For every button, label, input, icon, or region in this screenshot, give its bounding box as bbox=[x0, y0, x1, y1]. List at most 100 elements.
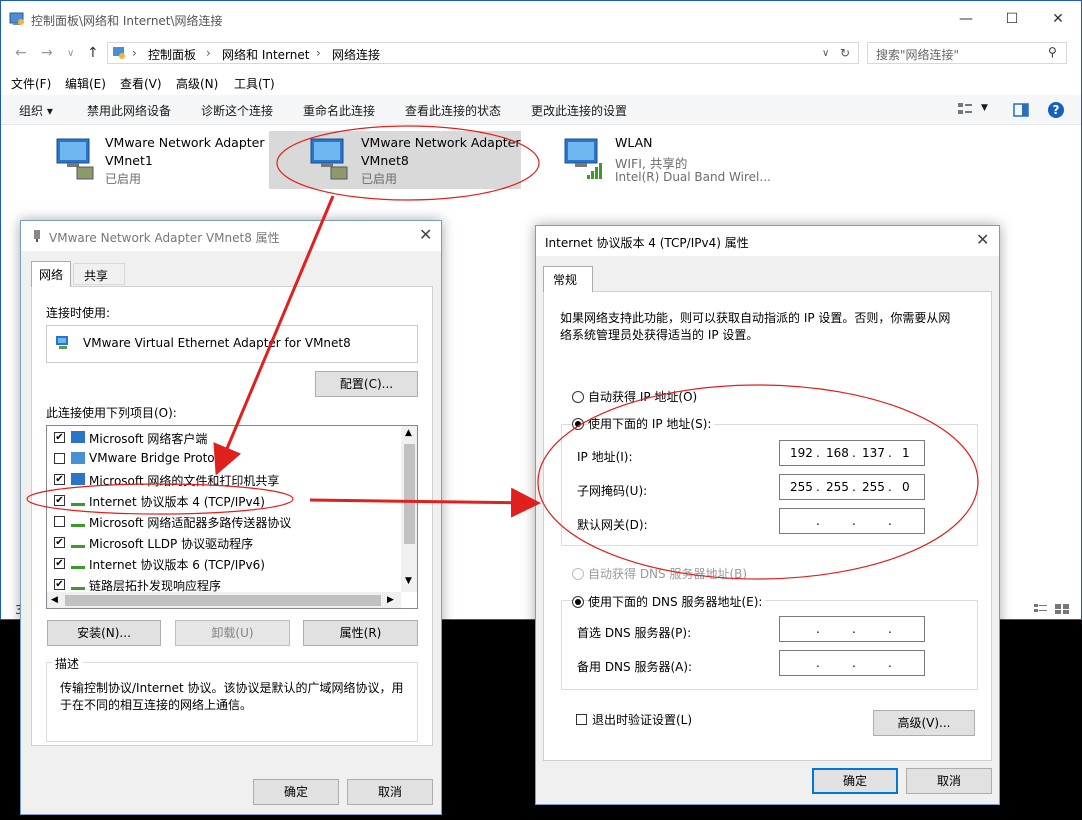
title-bar: 控制面板\网络和 Internet\网络连接 — ☐ ✕ bbox=[1, 1, 1081, 37]
dialog-close-button[interactable]: ✕ bbox=[419, 225, 432, 244]
preview-pane-icon[interactable] bbox=[1013, 103, 1029, 117]
description-label: 描述 bbox=[52, 655, 83, 672]
items-list[interactable]: ✔ Microsoft 网络客户端 VMware Bridge Protocol ✔ M… bbox=[46, 425, 418, 609]
manual-ip-label[interactable]: 使用下面的 IP 地址(S): bbox=[588, 415, 715, 432]
subnet-mask-field[interactable]: 255. 255. 255. 0 bbox=[779, 474, 925, 500]
close-button[interactable]: ✕ bbox=[1035, 1, 1081, 37]
manual-dns-label[interactable]: 使用下面的 DNS 服务器地址(E): bbox=[588, 593, 766, 610]
view-options-icon[interactable] bbox=[957, 102, 973, 116]
manual-ip-radio[interactable] bbox=[572, 418, 584, 430]
list-item[interactable]: ✔ Microsoft LLDP 协议驱动程序 bbox=[47, 533, 401, 553]
protocol-icon bbox=[71, 473, 85, 485]
gateway-field[interactable]: ... bbox=[779, 508, 925, 534]
item-label: Microsoft 网络客户端 bbox=[89, 432, 208, 446]
cancel-button[interactable]: 取消 bbox=[906, 768, 992, 794]
preferred-dns-field[interactable]: ... bbox=[779, 616, 925, 642]
auto-ip-radio[interactable] bbox=[572, 391, 584, 403]
scroll-left-icon[interactable]: ◀ bbox=[51, 595, 58, 605]
breadcrumb-item[interactable]: 网络和 Internet bbox=[222, 46, 309, 63]
install-button[interactable]: 安装(N)... bbox=[47, 620, 161, 646]
cancel-button[interactable]: 取消 bbox=[347, 779, 433, 805]
scroll-down-icon[interactable]: ▼ bbox=[405, 576, 412, 586]
tab-sharing[interactable]: 共享 bbox=[73, 263, 125, 285]
view-dropdown-icon[interactable]: ▼ bbox=[981, 103, 988, 113]
recent-dropdown-icon[interactable]: ∨ bbox=[67, 48, 74, 59]
menu-file[interactable]: 文件(F) bbox=[11, 75, 51, 92]
item-checkbox[interactable]: ✔ bbox=[54, 495, 65, 506]
organize-button[interactable]: 组织 ▾ bbox=[19, 102, 53, 119]
diagnose-button[interactable]: 诊断这个连接 bbox=[201, 102, 273, 119]
forward-icon[interactable]: → bbox=[41, 45, 53, 61]
ip-address-field[interactable]: 192. 168. 137. 1 bbox=[779, 440, 925, 466]
list-item[interactable]: ✔ Microsoft 网络客户端 bbox=[47, 428, 401, 448]
up-icon[interactable]: ↑ bbox=[87, 45, 99, 61]
address-box[interactable]: › 控制面板 › 网络和 Internet › 网络连接 ∨ ↻ bbox=[107, 42, 859, 64]
scroll-up-icon[interactable]: ▲ bbox=[405, 428, 412, 438]
tab-general[interactable]: 常规 bbox=[543, 266, 593, 292]
list-item[interactable]: Microsoft 网络适配器多路传送器协议 bbox=[47, 512, 401, 532]
menu-tools[interactable]: 工具(T) bbox=[234, 75, 275, 92]
adapter-vmnet1[interactable]: VMware Network Adapter VMnet1 已启用 bbox=[51, 133, 271, 189]
back-icon[interactable]: ← bbox=[15, 45, 27, 61]
adapter-wlan[interactable]: WLAN WIFI, 共享的 Intel(R) Dual Band Wirel.… bbox=[561, 133, 801, 189]
gateway-label: 默认网关(D): bbox=[577, 518, 648, 532]
ok-button[interactable]: 确定 bbox=[253, 779, 339, 805]
item-checkbox[interactable]: ✔ bbox=[54, 579, 65, 590]
auto-dns-label[interactable]: 自动获得 DNS 服务器地址(B) bbox=[588, 565, 747, 582]
breadcrumb-item[interactable]: 控制面板 bbox=[148, 46, 196, 63]
list-item[interactable]: ✔ Internet 协议版本 6 (TCP/IPv6) bbox=[47, 554, 401, 574]
horizontal-scrollbar[interactable]: ◀ ▶ bbox=[47, 592, 401, 608]
list-item[interactable]: VMware Bridge Protocol bbox=[47, 449, 401, 469]
general-tab-panel: 如果网络支持此功能，则可以获取自动指派的 IP 设置。否则，你需要从网 络系统管… bbox=[543, 291, 992, 761]
menu-advanced[interactable]: 高级(N) bbox=[176, 75, 218, 92]
auto-dns-radio[interactable] bbox=[572, 568, 584, 580]
validate-label[interactable]: 退出时验证设置(L) bbox=[592, 711, 692, 728]
search-input[interactable]: 搜索"网络连接" ⚲ bbox=[867, 42, 1067, 64]
list-item[interactable]: ✔ Internet 协议版本 4 (TCP/IPv4) bbox=[47, 491, 401, 511]
adapter-vmnet8[interactable]: VMware Network Adapter VMnet8 已启用 bbox=[269, 131, 521, 189]
view-toggle-icons[interactable] bbox=[1033, 603, 1073, 615]
help-icon[interactable]: ? bbox=[1047, 101, 1065, 119]
maximize-button[interactable]: ☐ bbox=[989, 1, 1035, 37]
advanced-button[interactable]: 高级(V)... bbox=[873, 710, 975, 736]
breadcrumb-item[interactable]: 网络连接 bbox=[332, 46, 380, 63]
scroll-right-icon[interactable]: ▶ bbox=[387, 595, 394, 605]
list-item[interactable]: ✔ Microsoft 网络的文件和打印机共享 bbox=[47, 470, 401, 490]
properties-button[interactable]: 属性(R) bbox=[303, 620, 418, 646]
item-checkbox[interactable] bbox=[54, 453, 65, 464]
rename-button[interactable]: 重命名此连接 bbox=[303, 102, 375, 119]
items-label: 此连接使用下列项目(O): bbox=[46, 406, 177, 420]
adapter-sub: VMnet8 bbox=[361, 153, 409, 168]
view-status-button[interactable]: 查看此连接的状态 bbox=[405, 102, 501, 119]
auto-ip-label[interactable]: 自动获得 IP 地址(O) bbox=[588, 388, 697, 405]
protocol-icon bbox=[71, 536, 85, 548]
item-checkbox[interactable]: ✔ bbox=[54, 474, 65, 485]
address-dropdown-icon[interactable]: ∨ bbox=[822, 48, 829, 59]
tab-network[interactable]: 网络 bbox=[31, 261, 71, 287]
vertical-scrollbar[interactable]: ▲ ▼ bbox=[401, 426, 417, 592]
command-bar: 组织 ▾ 禁用此网络设备 诊断这个连接 重命名此连接 查看此连接的状态 更改此连… bbox=[1, 95, 1081, 125]
alternate-dns-field[interactable]: ... bbox=[779, 650, 925, 676]
item-checkbox[interactable]: ✔ bbox=[54, 432, 65, 443]
menu-view[interactable]: 查看(V) bbox=[120, 75, 162, 92]
configure-button[interactable]: 配置(C)... bbox=[315, 371, 418, 397]
change-settings-button[interactable]: 更改此连接的设置 bbox=[531, 102, 627, 119]
description-line1: 传输控制协议/Internet 协议。该协议是默认的广域网络协议，用 bbox=[60, 681, 404, 695]
h-scroll-thumb[interactable] bbox=[65, 595, 381, 606]
search-icon[interactable]: ⚲ bbox=[1048, 45, 1057, 59]
manual-dns-radio[interactable] bbox=[572, 596, 584, 608]
scroll-thumb[interactable] bbox=[404, 444, 415, 544]
validate-checkbox[interactable] bbox=[576, 714, 587, 725]
item-checkbox[interactable] bbox=[54, 516, 65, 527]
uninstall-button[interactable]: 卸载(U) bbox=[175, 620, 290, 646]
adapter-sub: VMnet1 bbox=[105, 153, 153, 168]
item-checkbox[interactable]: ✔ bbox=[54, 537, 65, 548]
menu-edit[interactable]: 编辑(E) bbox=[65, 75, 106, 92]
item-checkbox[interactable]: ✔ bbox=[54, 558, 65, 569]
ok-button[interactable]: 确定 bbox=[812, 768, 898, 794]
disable-device-button[interactable]: 禁用此网络设备 bbox=[87, 102, 171, 119]
minimize-button[interactable]: — bbox=[943, 1, 989, 37]
refresh-icon[interactable]: ↻ bbox=[840, 46, 850, 60]
dialog-close-button[interactable]: ✕ bbox=[976, 230, 989, 249]
adapter-title-icon bbox=[34, 230, 40, 242]
